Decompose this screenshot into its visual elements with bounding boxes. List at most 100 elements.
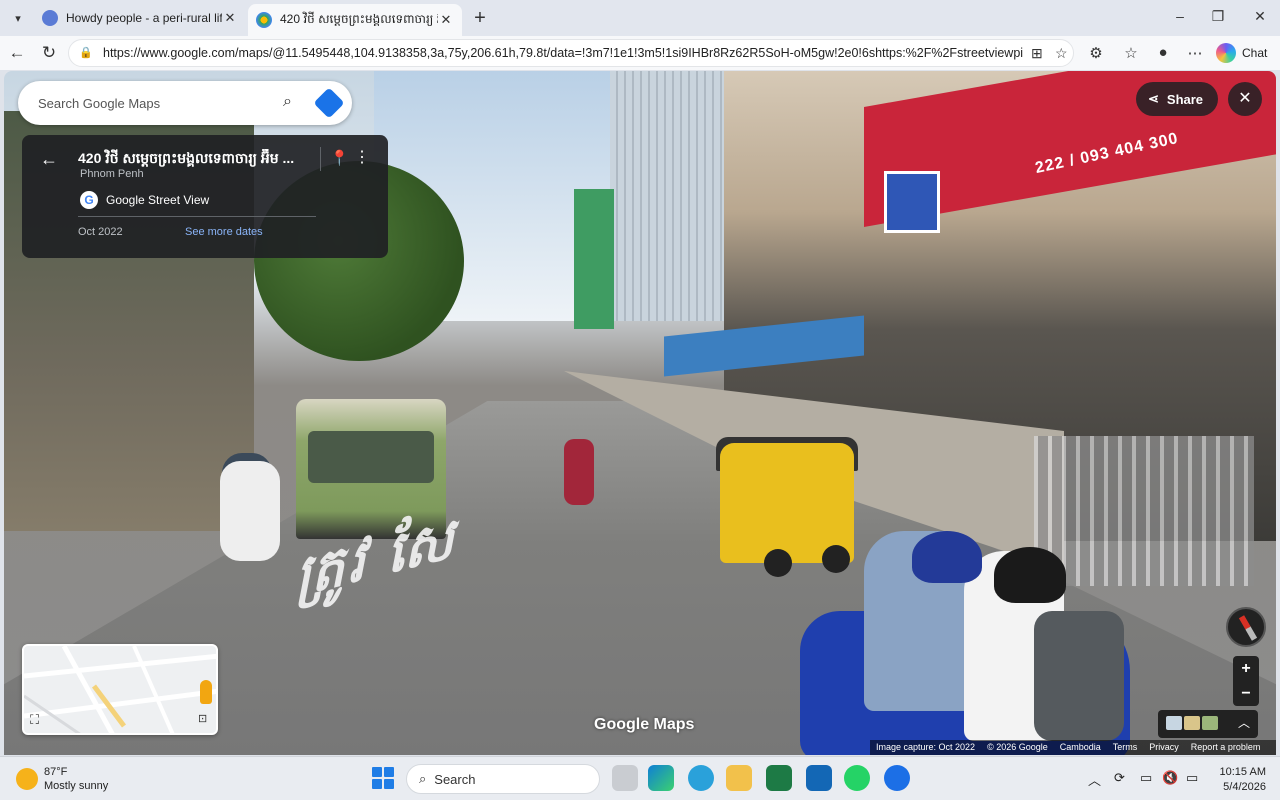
battery-icon[interactable]: ▭ [1186, 770, 1198, 786]
imagery-layers-button[interactable]: ︿ [1158, 710, 1258, 738]
layer-thumb [1166, 716, 1182, 730]
search-icon: ⌕ [419, 771, 427, 786]
blue-helmet [912, 531, 982, 583]
address-bar[interactable]: 🔒 https://www.google.com/maps/@11.549544… [68, 39, 1074, 67]
more-vert-icon[interactable]: ⋮ [354, 147, 370, 167]
back-button[interactable]: ← [6, 42, 28, 64]
file-explorer-icon[interactable] [726, 765, 752, 791]
chevron-down-icon: ▾ [15, 12, 21, 25]
task-view-icon[interactable] [612, 765, 638, 791]
tuktuk-wheel [822, 545, 850, 573]
display-icon[interactable]: ▭ [1140, 770, 1152, 786]
favorite-star-icon[interactable]: ☆ [1055, 45, 1068, 62]
site-info-icon[interactable]: 🔒 [79, 46, 93, 60]
browser-toolbar: ← ↻ 🔒 https://www.google.com/maps/@11.54… [0, 36, 1280, 70]
zoom-out-button[interactable]: − [1233, 681, 1259, 706]
zalo-icon[interactable] [884, 765, 910, 791]
whatsapp-icon[interactable] [844, 765, 870, 791]
bus-stop-icon: ⊡ [198, 713, 208, 725]
sun-icon [16, 768, 38, 790]
refresh-button[interactable]: ↻ [38, 42, 60, 64]
capture-date: Oct 2022 [78, 226, 123, 238]
maps-pin-favicon-icon [256, 12, 272, 28]
start-button[interactable] [372, 767, 394, 789]
windows-logo-icon [372, 767, 382, 777]
directions-icon[interactable] [313, 87, 345, 119]
outlook-icon[interactable] [806, 765, 832, 791]
telegram-icon[interactable] [688, 765, 714, 791]
new-tab-button[interactable]: + [468, 7, 492, 30]
weather-widget[interactable]: 87°F Mostly sunny [16, 765, 108, 793]
google-logo-icon: G [80, 191, 98, 209]
steel-shelving [1034, 436, 1254, 586]
copilot-chat-button[interactable]: Chat [1216, 40, 1267, 66]
search-input[interactable]: Search Google Maps [38, 96, 160, 111]
weather-temp: 87°F [44, 766, 68, 778]
taskbar: 87°F Mostly sunny ⌕ Search ︿ ⟳ ▭ 🔇 ▭ 10:… [0, 756, 1280, 800]
pegman-icon[interactable] [200, 680, 212, 704]
report-problem-link[interactable]: Report a problem [1191, 742, 1261, 754]
backpack [1034, 611, 1124, 741]
taskbar-search-label: Search [434, 771, 476, 787]
tab-actions-menu-button[interactable]: ▾ [6, 7, 30, 29]
clock-time: 10:15 AM [1219, 766, 1266, 778]
tab-label: 420 វិថី សម្តេចព្រះមង្គលទេពាចារ្យ អ៊ឹម [280, 12, 438, 26]
share-button[interactable]: ⋖ Share [1136, 82, 1218, 116]
close-icon: ✕ [1238, 90, 1252, 107]
highrise-building [610, 71, 728, 321]
copilot-label: Chat [1242, 46, 1268, 60]
profile-icon[interactable]: ● [1153, 44, 1173, 61]
search-icon[interactable]: ⌕ [283, 93, 292, 111]
window-close-button[interactable]: ✕ [1250, 8, 1270, 25]
favorites-icon[interactable]: ☆ [1121, 44, 1141, 62]
compass-button[interactable] [1226, 607, 1266, 647]
close-tab-icon[interactable]: ✕ [222, 10, 238, 26]
zoom-control: + − [1233, 656, 1259, 706]
edge-icon[interactable] [648, 765, 674, 791]
tab-howdy-people[interactable]: Howdy people - a peri-rural life - C ✕ [34, 4, 246, 32]
divider [78, 216, 316, 217]
tab-label: Howdy people - a peri-rural life - C [66, 11, 222, 25]
maps-footer: Image capture: Oct 2022 © 2026 Google Ca… [876, 742, 1260, 754]
terms-link[interactable]: Terms [1113, 742, 1138, 754]
chevron-up-icon[interactable]: ︿ [1088, 770, 1101, 789]
back-arrow-icon[interactable]: ← [40, 149, 58, 170]
more-options-icon[interactable]: ⋯ [1185, 44, 1205, 62]
place-title: 420 វិថី សម្តេចព្រះមង្គលទេពាចារ្យ អ៊ឹម .… [78, 150, 295, 166]
see-more-dates-link[interactable]: See more dates [185, 226, 263, 238]
image-capture-text: Image capture: Oct 2022 [876, 742, 976, 752]
tab-strip: ▾ Howdy people - a peri-rural life - C ✕… [0, 0, 1280, 36]
minimap[interactable]: ⛶ ⊡ [22, 644, 218, 735]
share-icon: ⋖ [1148, 91, 1159, 106]
taskbar-search[interactable]: ⌕ Search [406, 764, 600, 794]
system-clock[interactable]: 10:15 AM 5/4/2026 [1212, 765, 1266, 795]
zoom-in-button[interactable]: + [1233, 656, 1259, 681]
close-tab-icon[interactable]: ✕ [438, 12, 454, 28]
excel-icon[interactable] [766, 765, 792, 791]
motorbike-rider [564, 439, 594, 505]
app-available-icon[interactable]: ⊞ [1031, 45, 1043, 62]
copilot-icon [1216, 43, 1236, 63]
region-link[interactable]: Cambodia [1060, 742, 1101, 754]
clock-date: 5/4/2026 [1223, 781, 1266, 793]
street-view-info-card: ← 420 វិថី សម្តេចព្រះមង្គលទេពាចារ្យ អ៊ឹម… [22, 135, 388, 258]
share-label: Share [1166, 91, 1204, 107]
expand-map-icon[interactable]: ⛶ [30, 712, 39, 728]
weather-desc: Mostly sunny [44, 780, 109, 792]
restore-button[interactable]: ❐ [1208, 8, 1228, 25]
tab-google-maps[interactable]: 420 វិថី សម្តេចព្រះមង្គលទេពាចារ្យ អ៊ឹម ✕ [248, 4, 462, 36]
green-building [574, 189, 614, 329]
speaker-muted-icon[interactable]: 🔇 [1162, 770, 1178, 786]
location-pin-icon[interactable]: 📍 [330, 149, 349, 167]
source-row: G Google Street View [80, 191, 209, 209]
layer-thumb [1202, 716, 1218, 730]
maps-search-box[interactable]: Search Google Maps ⌕ [18, 81, 352, 125]
black-helmet [994, 547, 1066, 603]
van-windshield [308, 431, 434, 483]
minimap-roads [24, 646, 216, 733]
sync-icon[interactable]: ⟳ [1114, 770, 1125, 786]
minimize-button[interactable]: – [1170, 8, 1190, 24]
close-street-view-button[interactable]: ✕ [1228, 82, 1262, 116]
privacy-link[interactable]: Privacy [1149, 742, 1179, 754]
extensions-icon[interactable]: ⚙ [1086, 44, 1106, 62]
